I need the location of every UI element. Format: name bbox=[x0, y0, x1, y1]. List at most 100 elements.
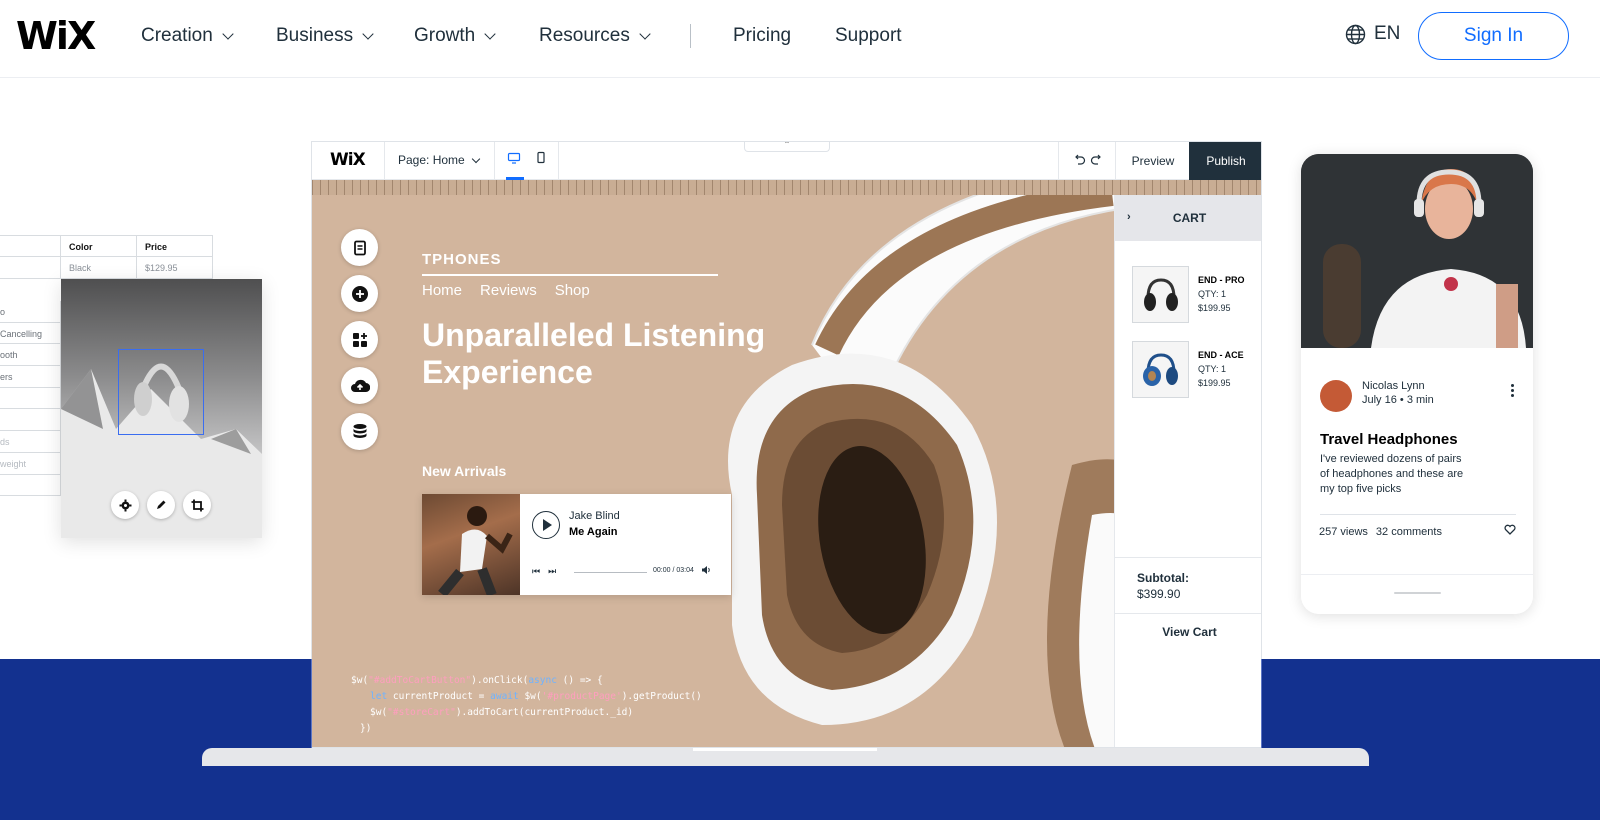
code-line: }) bbox=[360, 723, 372, 734]
nav-item-label: Resources bbox=[539, 25, 630, 46]
cart-item-name: END - PRO bbox=[1198, 275, 1245, 285]
app-market-button[interactable] bbox=[341, 321, 378, 358]
subtotal-value: $399.90 bbox=[1137, 587, 1181, 601]
cart-item-qty: QTY: 1 bbox=[1198, 364, 1227, 374]
nav-item-growth[interactable]: Growth bbox=[414, 23, 496, 49]
table-header-row: Color Price bbox=[0, 235, 213, 257]
preview-button[interactable]: Preview bbox=[1115, 142, 1190, 180]
nav-item-business[interactable]: Business bbox=[276, 23, 374, 49]
database-button[interactable] bbox=[341, 413, 378, 450]
code-line: $w("#storeCart").addToCart(currentProduc… bbox=[370, 707, 634, 718]
editor-side-tools bbox=[341, 229, 378, 450]
redo-icon[interactable] bbox=[1090, 154, 1104, 167]
editor-toolbar: WiX Page: Home ⌃ Preview Publish bbox=[312, 142, 1261, 180]
site-menu-reviews[interactable]: Reviews bbox=[480, 282, 537, 299]
code-line: let currentProduct = await $w('#productP… bbox=[370, 691, 702, 702]
table-cell: $129.95 bbox=[137, 257, 213, 278]
chevron-down-icon bbox=[484, 27, 496, 40]
pages-button[interactable] bbox=[341, 229, 378, 266]
language-label: EN bbox=[1374, 23, 1401, 44]
author-name[interactable]: Nicolas Lynn bbox=[1362, 380, 1425, 392]
phone-bottom-bar bbox=[1301, 574, 1533, 614]
previous-track-icon[interactable]: ⏮ bbox=[532, 566, 540, 577]
comments-count[interactable]: 32 comments bbox=[1376, 526, 1442, 538]
sign-in-button[interactable]: Sign In bbox=[1418, 12, 1569, 60]
cart-item-thumbnail bbox=[1132, 266, 1189, 323]
apps-icon bbox=[352, 332, 367, 347]
gear-icon bbox=[119, 499, 131, 511]
table-cell bbox=[0, 474, 61, 497]
cart-item[interactable]: END - PRO QTY: 1 $199.95 bbox=[1132, 266, 1261, 324]
table-cell: ds bbox=[0, 431, 61, 453]
table-header-color: Color bbox=[61, 236, 137, 256]
nav-item-pricing[interactable]: Pricing bbox=[733, 23, 791, 49]
mobile-icon[interactable] bbox=[534, 151, 548, 165]
hero-headline: Unparalleled Listening Experience bbox=[422, 317, 766, 390]
table-cell: o bbox=[0, 301, 61, 323]
site-menu-shop[interactable]: Shop bbox=[555, 282, 590, 299]
database-icon bbox=[353, 423, 366, 438]
blog-cover-image bbox=[1301, 154, 1533, 348]
play-button[interactable] bbox=[532, 511, 560, 539]
code-line: $w("#addToCartButton").onClick(async () … bbox=[351, 675, 603, 686]
ruler bbox=[312, 180, 1261, 195]
headphones-black-image bbox=[1143, 277, 1178, 311]
selection-box[interactable] bbox=[118, 349, 204, 435]
crop-button[interactable] bbox=[183, 491, 211, 519]
read-time: 3 min bbox=[1406, 394, 1434, 406]
collapse-toolbar-handle[interactable]: ⌃ bbox=[744, 142, 830, 152]
cart-item[interactable]: END - ACE QTY: 1 $199.95 bbox=[1132, 341, 1261, 399]
table-header-price: Price bbox=[137, 236, 213, 256]
heart-icon[interactable] bbox=[1504, 524, 1516, 535]
cart-item-qty: QTY: 1 bbox=[1198, 289, 1227, 299]
woman-with-headphones-image bbox=[1301, 154, 1533, 348]
publish-button[interactable]: Publish bbox=[1189, 142, 1261, 180]
nav-item-resources[interactable]: Resources bbox=[539, 23, 651, 49]
pen-icon bbox=[157, 500, 166, 509]
post-title[interactable]: Travel Headphones bbox=[1320, 431, 1458, 448]
undo-icon[interactable] bbox=[1072, 154, 1086, 167]
wix-logo[interactable]: WiX bbox=[16, 16, 96, 56]
cart-title: CART bbox=[1172, 211, 1207, 225]
desktop-icon[interactable] bbox=[507, 151, 521, 165]
site-brand: TPHONES bbox=[422, 251, 502, 268]
nav-item-creation[interactable]: Creation bbox=[141, 23, 234, 49]
settings-button[interactable] bbox=[111, 491, 139, 519]
language-selector[interactable]: EN bbox=[1345, 23, 1400, 45]
meta-separator: • bbox=[1399, 394, 1407, 406]
post-date: July 16 bbox=[1362, 394, 1397, 406]
chevron-down-icon bbox=[639, 27, 651, 40]
nav-divider bbox=[690, 24, 691, 48]
volume-icon[interactable] bbox=[701, 565, 712, 575]
track-time: 00:00 / 03:04 bbox=[653, 567, 694, 574]
table-row[interactable]: Black $129.95 bbox=[0, 257, 213, 279]
page-selector[interactable]: Page: Home bbox=[398, 153, 480, 167]
cart-item-thumbnail bbox=[1132, 341, 1189, 398]
table-cell: ooth bbox=[0, 344, 61, 367]
plus-circle-icon bbox=[351, 285, 368, 302]
more-options-icon[interactable] bbox=[1511, 384, 1515, 399]
cart-item-price: $199.95 bbox=[1198, 378, 1231, 388]
avatar[interactable] bbox=[1320, 380, 1352, 412]
editor-logo: WiX bbox=[330, 150, 366, 170]
view-cart-button[interactable]: View Cart bbox=[1115, 613, 1261, 649]
table-side-labels: o Cancelling ooth ers ds weight bbox=[0, 301, 61, 497]
home-indicator bbox=[1394, 592, 1441, 594]
table-cell: ers bbox=[0, 366, 61, 388]
edit-button[interactable] bbox=[147, 491, 175, 519]
runner-image bbox=[438, 506, 513, 595]
add-element-button[interactable] bbox=[341, 275, 378, 312]
site-menu-home[interactable]: Home bbox=[422, 282, 462, 299]
track-title: Me Again bbox=[569, 526, 618, 538]
media-upload-button[interactable] bbox=[341, 367, 378, 404]
next-track-icon[interactable]: ⏭ bbox=[548, 566, 556, 577]
cart-item-price: $199.95 bbox=[1198, 303, 1231, 313]
top-navigation: WiX Creation Business Growth Resources P… bbox=[0, 0, 1600, 77]
editor-window: WiX Page: Home ⌃ Preview Publish TPHONES… bbox=[311, 141, 1262, 748]
image-edit-card[interactable] bbox=[61, 279, 262, 538]
track-progress-bar[interactable] bbox=[574, 572, 647, 573]
nav-item-support[interactable]: Support bbox=[835, 23, 902, 49]
nav-item-label: Creation bbox=[141, 25, 213, 46]
chevron-right-icon[interactable]: › bbox=[1127, 211, 1131, 223]
page: WiX Creation Business Growth Resources P… bbox=[0, 0, 1600, 820]
